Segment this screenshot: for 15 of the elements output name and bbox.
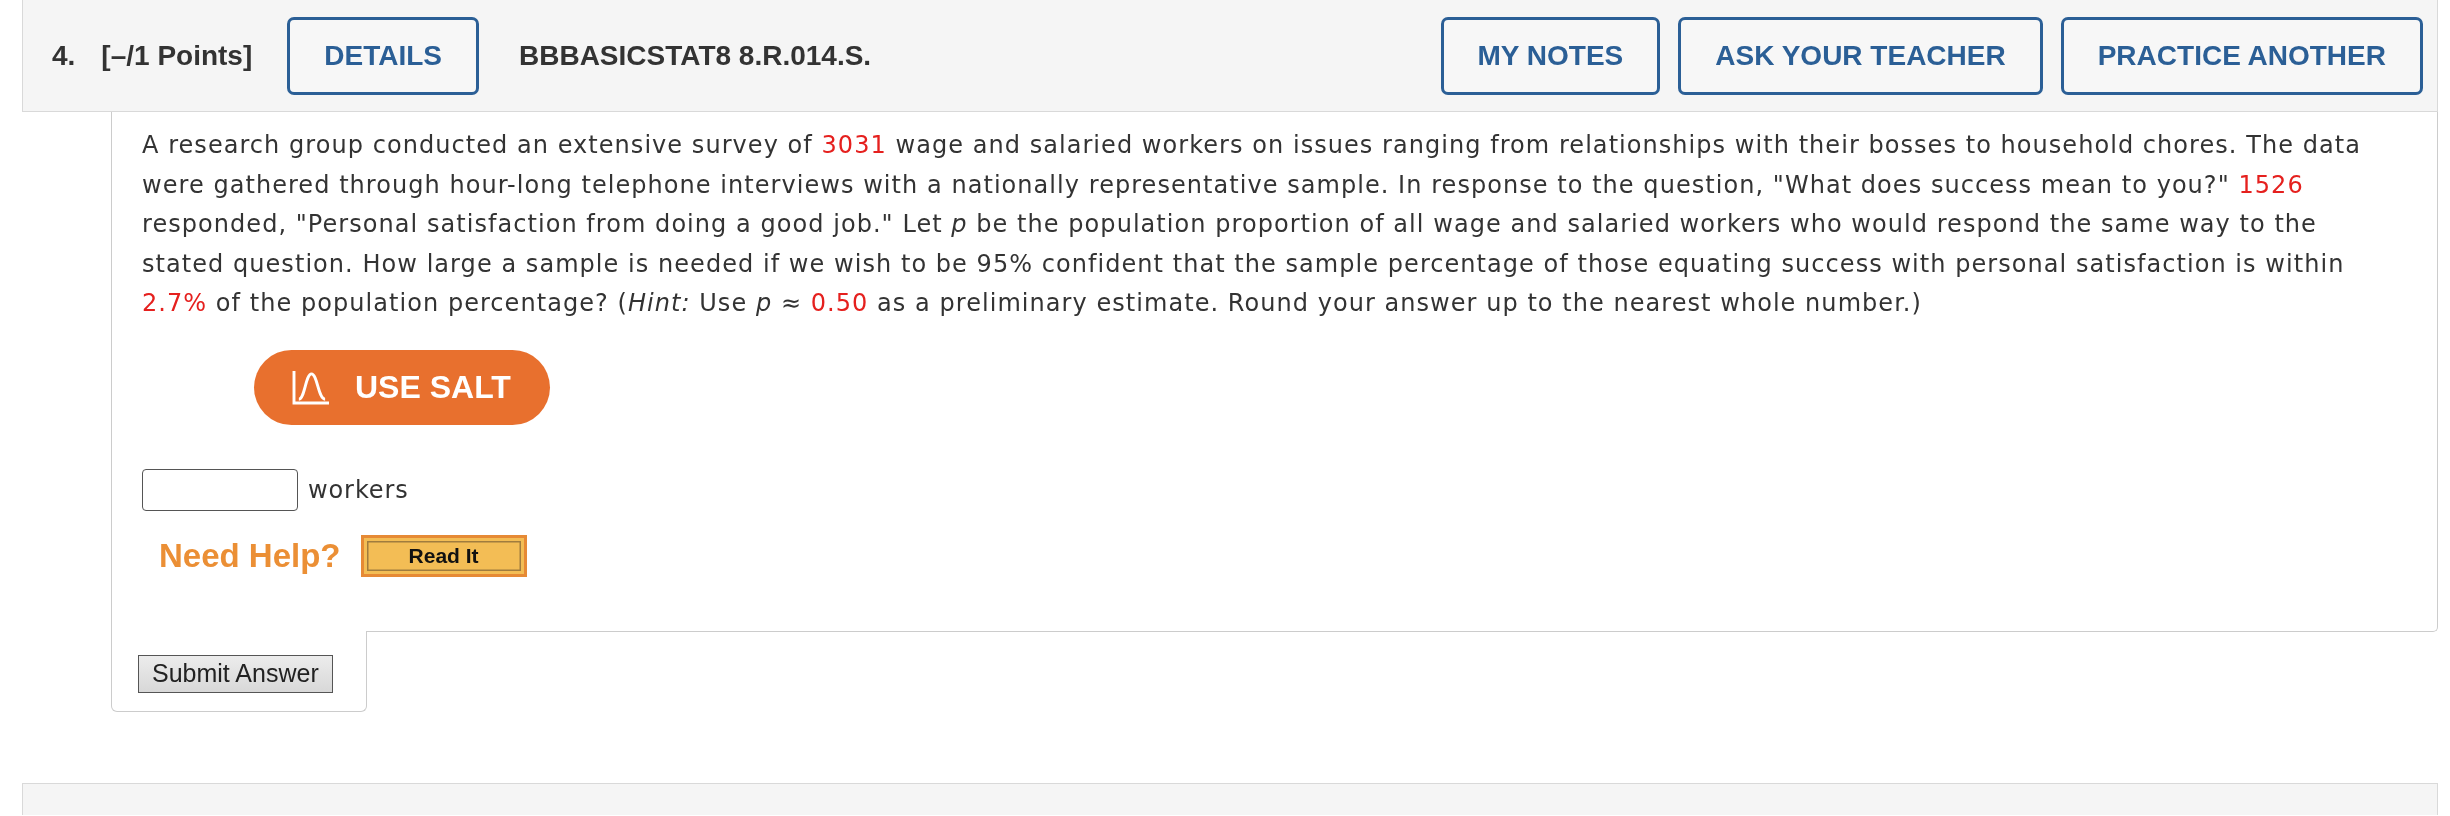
details-button[interactable]: DETAILS	[287, 16, 479, 95]
bell-curve-icon	[292, 369, 331, 405]
action-button[interactable]: PRACTICE ANOTHER	[2060, 16, 2423, 95]
submit-button[interactable]: Submit Answer	[138, 654, 333, 693]
question-code: BBBASICSTAT8 8.R.014.S.	[519, 39, 872, 72]
points-label: [–/1 Points]	[101, 39, 253, 72]
action-button[interactable]: MY NOTES	[1440, 16, 1661, 95]
action-button[interactable]: ASK YOUR TEACHER	[1678, 16, 2043, 95]
help-label: Need Help?	[159, 536, 341, 575]
question-number: 4.	[52, 39, 76, 72]
use-salt-button[interactable]: USE SALT	[254, 349, 550, 425]
unit-label: workers	[308, 475, 409, 504]
question-text: A research group conducted an extensive survey of 3031 wage and salaried workers on issues ranging from relationships with their bosses to household chores. The data were gathered through hour-long telephone interviews with a nationally representative sample. In response to the question, "What does success mean to you?" 1526 responded, "Personal satisfaction from doing a good job." Let p be the population proportion of all wage and salaried workers who would respond the same way to the stated question. How large a sample is needed if we wish to be 95% confident that the sample percentage of those equating success with personal satisfaction is within 2.7% of the population percentage? (Hint: Use p ≈ 0.50 as a preliminary estimate. Round your answer up to the nearest whole number.)	[142, 130, 2362, 319]
help-button[interactable]: Read It	[360, 534, 527, 577]
answer-field[interactable]	[142, 468, 298, 511]
